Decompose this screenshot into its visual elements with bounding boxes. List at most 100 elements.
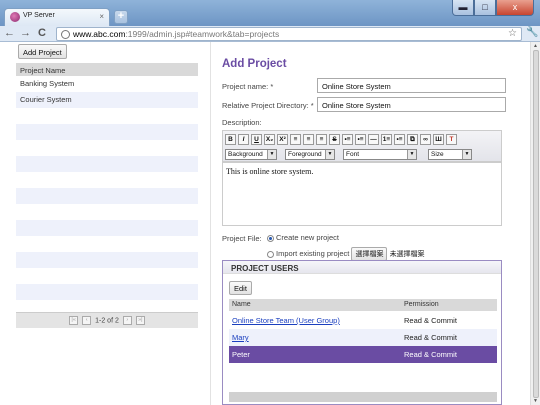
rich-text-toolbar: B I U X₂ X² ≡ ≡ ≡ S •≡ •≡ —1≡ •≡ ⧉ ∞ Ш T Background ▼ Fo… <box>222 130 502 162</box>
back-icon[interactable]: ← <box>4 27 15 40</box>
align-right-icon[interactable]: ≡ <box>316 134 327 145</box>
align-center-icon[interactable]: ≡ <box>303 134 314 145</box>
vertical-scrollbar[interactable]: ▲ ▼ <box>530 42 540 405</box>
address-bar[interactable]: www.abc.com:1999/admin.jsp#teamwork&tab=… <box>56 27 522 41</box>
scroll-down-icon[interactable]: ▼ <box>533 398 538 404</box>
outdent-icon[interactable]: •≡ <box>342 134 353 145</box>
superscript-icon[interactable]: X² <box>277 134 288 145</box>
unordered-list-icon[interactable]: •≡ <box>394 134 405 145</box>
next-page-button[interactable]: › <box>122 316 132 325</box>
permission-cell: Read & Commit <box>404 350 457 359</box>
italic-icon[interactable]: I <box>238 134 249 145</box>
form-title: Add Project <box>222 58 287 70</box>
import-existing-option[interactable]: Import existing project 選擇檔案 未選擇檔案 <box>267 247 425 261</box>
browser-tab[interactable]: VP Server × <box>4 8 110 26</box>
import-existing-radio[interactable] <box>267 250 274 258</box>
url-path: :1999/admin.jsp#teamwork&tab=projects <box>125 29 280 39</box>
last-page-button[interactable]: »| <box>135 316 145 325</box>
bold-icon[interactable]: B <box>225 134 236 145</box>
empty-row <box>16 284 198 300</box>
new-tab-button[interactable]: + <box>114 10 128 24</box>
list-item[interactable]: Banking System <box>16 76 198 92</box>
empty-row <box>16 188 198 204</box>
page-content: Add Project Project Name Banking System … <box>0 42 530 405</box>
description-editor[interactable]: This is online store system. <box>222 162 502 226</box>
reload-icon[interactable]: C <box>38 27 46 40</box>
empty-row <box>16 220 198 236</box>
choose-file-button[interactable]: 選擇檔案 <box>351 247 388 261</box>
table-row[interactable]: Online Store Team (User Group) Read & Co… <box>229 312 497 329</box>
column-name-header[interactable]: Name <box>232 301 251 308</box>
column-permission-header[interactable]: Permission <box>404 301 439 308</box>
pagination-bar: |« ‹ 1-2 of 2 › »| <box>16 312 198 328</box>
ordered-list-icon[interactable]: 1≡ <box>381 134 392 145</box>
users-table-header: Name Permission <box>229 299 497 311</box>
align-left-icon[interactable]: ≡ <box>290 134 301 145</box>
create-new-radio[interactable] <box>267 234 274 242</box>
minimize-button[interactable]: ▬ <box>452 0 474 16</box>
add-project-button[interactable]: Add Project <box>18 44 67 59</box>
font-select[interactable]: Font ▼ <box>343 149 417 160</box>
create-new-option[interactable]: Create new project <box>267 233 339 242</box>
users-table-footer <box>229 392 497 402</box>
list-item[interactable]: Courier System <box>16 92 198 108</box>
project-directory-label: Relative Project Directory: * <box>222 101 314 110</box>
horizontal-rule-icon[interactable]: — <box>368 134 379 145</box>
indent-icon[interactable]: •≡ <box>355 134 366 145</box>
wrench-icon[interactable]: 🔧 <box>526 27 538 38</box>
forward-icon[interactable]: → <box>20 27 31 40</box>
tab-close-icon[interactable]: × <box>99 12 104 21</box>
empty-row <box>16 124 198 140</box>
edit-users-button[interactable]: Edit <box>229 281 252 295</box>
subscript-icon[interactable]: X₂ <box>264 134 275 145</box>
project-users-panel: PROJECT USERS Edit Name Permission Onlin… <box>222 260 502 405</box>
font-select-label: Font <box>346 151 360 158</box>
chevron-down-icon: ▼ <box>325 150 334 159</box>
window-controls: ▬ □ x <box>452 0 534 16</box>
foreground-select-label: Foreground <box>288 151 322 158</box>
project-list-panel: Add Project Project Name Banking System … <box>16 42 198 327</box>
project-directory-input[interactable]: Online Store System <box>317 97 506 112</box>
scroll-up-icon[interactable]: ▲ <box>533 43 538 49</box>
project-file-label: Project File: <box>222 234 262 243</box>
empty-row <box>16 108 198 124</box>
table-row-selected[interactable]: Peter Read & Commit <box>229 346 497 363</box>
maximize-button[interactable]: □ <box>474 0 496 16</box>
pane-divider <box>210 42 211 405</box>
formatting-buttons: B I U X₂ X² ≡ ≡ ≡ S •≡ •≡ —1≡ •≡ ⧉ ∞ Ш T <box>225 134 457 145</box>
chevron-down-icon: ▼ <box>267 150 276 159</box>
user-link[interactable]: Mary <box>232 333 249 342</box>
empty-row <box>16 172 198 188</box>
project-name-input[interactable]: Online Store System <box>317 78 506 93</box>
project-users-title: PROJECT USERS <box>223 261 501 274</box>
strikethrough-icon[interactable]: S <box>329 134 340 145</box>
vp-server-favicon-icon <box>10 12 20 22</box>
size-select[interactable]: Size ▼ <box>428 149 472 160</box>
tab-title: VP Server <box>23 12 55 19</box>
background-color-select[interactable]: Background ▼ <box>225 149 277 160</box>
foreground-color-select[interactable]: Foreground ▼ <box>285 149 335 160</box>
empty-row <box>16 204 198 220</box>
user-name-cell[interactable]: Peter <box>232 350 250 359</box>
chevron-down-icon: ▼ <box>407 150 416 159</box>
scrollbar-thumb[interactable] <box>533 50 539 398</box>
create-new-label: Create new project <box>276 233 339 242</box>
description-label: Description: <box>222 118 262 127</box>
first-page-button[interactable]: |« <box>69 316 79 325</box>
close-window-button[interactable]: x <box>496 0 534 16</box>
globe-icon <box>61 30 70 39</box>
insert-link-icon[interactable]: ∞ <box>420 134 431 145</box>
project-list-header[interactable]: Project Name <box>16 63 198 76</box>
remove-format-icon[interactable]: T <box>446 134 457 145</box>
empty-row <box>16 156 198 172</box>
underline-icon[interactable]: U <box>251 134 262 145</box>
bookmark-star-icon[interactable]: ☆ <box>508 28 517 39</box>
table-row[interactable]: Mary Read & Commit <box>229 329 497 346</box>
window-titlebar: VP Server × + ▬ □ x <box>0 0 540 26</box>
empty-row <box>16 252 198 268</box>
prev-page-button[interactable]: ‹ <box>82 316 92 325</box>
empty-row <box>16 268 198 284</box>
insert-image-icon[interactable]: ⧉ <box>407 134 418 145</box>
user-link[interactable]: Online Store Team (User Group) <box>232 316 340 325</box>
insert-table-icon[interactable]: Ш <box>433 134 444 145</box>
